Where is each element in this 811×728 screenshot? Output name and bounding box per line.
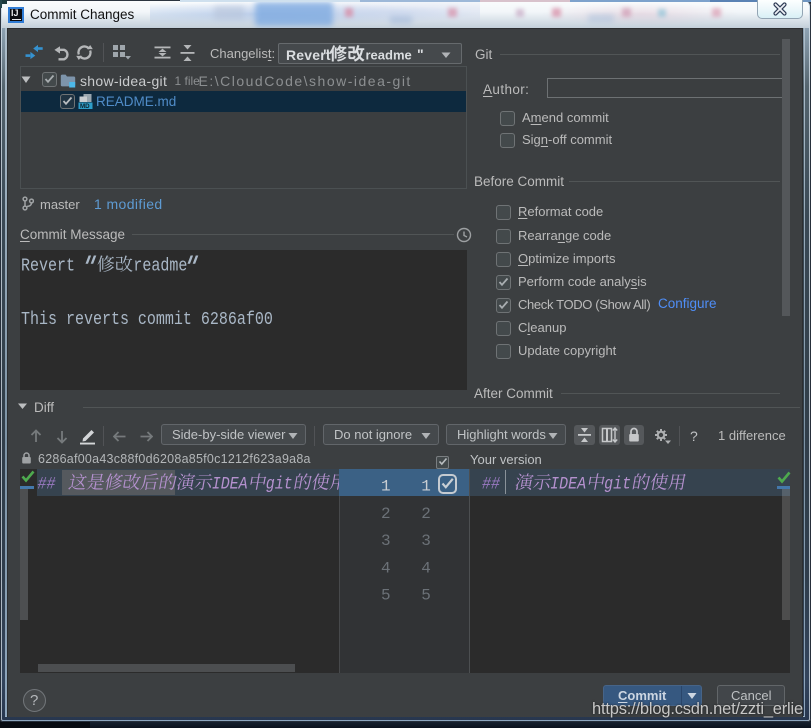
svg-text:Revert: Revert <box>21 256 84 277</box>
svg-text:3: 3 <box>421 532 431 550</box>
svg-text:readme: readme <box>133 256 187 277</box>
svg-text:": " <box>417 46 424 62</box>
svg-text:3: 3 <box>381 532 391 550</box>
svg-text:This reverts commit 6286af00: This reverts commit 6286af00 <box>21 309 273 330</box>
svg-text:1: 1 <box>421 477 431 495</box>
svg-text:2: 2 <box>381 504 391 522</box>
svg-text:4: 4 <box>381 559 391 577</box>
svg-text:5: 5 <box>381 586 391 604</box>
svg-text:git: git <box>266 473 293 494</box>
svg-text:4: 4 <box>421 559 431 577</box>
svg-text:git: git <box>604 473 631 494</box>
svg-text:readme: readme <box>366 47 412 62</box>
svg-text:5: 5 <box>421 586 431 604</box>
svg-text:IDEA: IDEA <box>212 473 248 494</box>
svg-text:IDEA: IDEA <box>550 473 586 494</box>
svg-text:##: ## <box>38 473 57 494</box>
svg-text:2: 2 <box>421 504 431 522</box>
svg-text:##: ## <box>482 473 501 494</box>
svg-text:MD: MD <box>80 103 90 109</box>
svg-text:1: 1 <box>381 477 391 495</box>
